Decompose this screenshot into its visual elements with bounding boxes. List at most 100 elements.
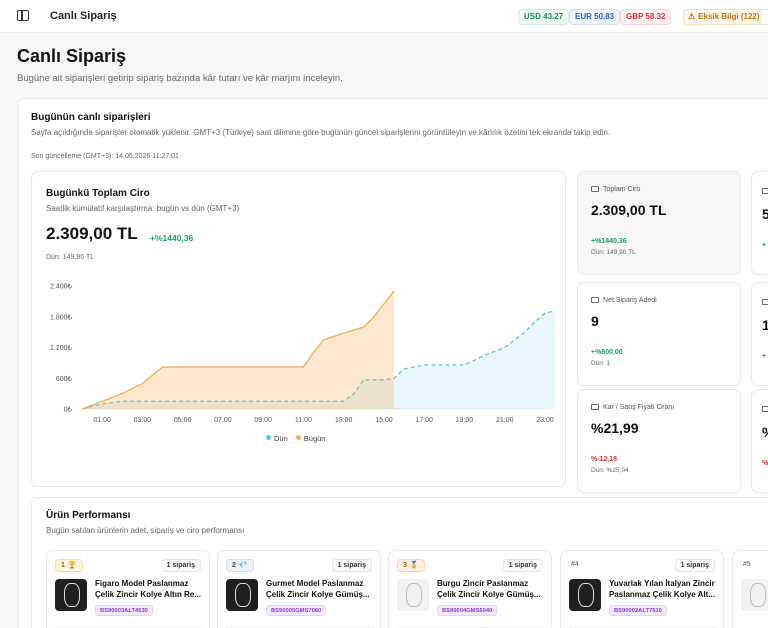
product-card[interactable]: 1 🏆 1 sipariş Figaro Model Paslanmaz Çeli…	[46, 550, 210, 628]
product-thumbnail	[569, 579, 601, 611]
x-tick-label: 21:00	[496, 417, 514, 424]
kpi-icon	[762, 299, 768, 305]
product-sku: BS90003ALT4530	[95, 605, 153, 616]
legend-label-today: Bugün	[303, 434, 326, 443]
topbar-edge-button[interactable]	[760, 9, 768, 25]
percent-icon	[591, 404, 599, 410]
kpi-yesterday: Dün: 149,90 TL	[591, 249, 636, 256]
medal-icon: 🏅	[409, 562, 419, 569]
sidebar-toggle-icon[interactable]	[17, 10, 29, 21]
kpi-label-net-orders: Net Sipariş Adedi	[591, 297, 657, 304]
y-tick-label: 600₺	[56, 375, 73, 383]
legend-item-yesterday[interactable]: Dün	[266, 434, 288, 443]
order-count-badge: 1 sipariş	[160, 559, 201, 572]
rank-badge: #4	[571, 561, 579, 568]
legend-label-yesterday: Dün	[274, 434, 288, 443]
page-title: Canlı Sipariş	[17, 46, 127, 66]
kpi-yesterday: Dün: %25,04	[591, 467, 629, 474]
product-card[interactable]: 3 🏅 1 sipariş Burgu Zincir Paslanmaz Çeli…	[388, 550, 552, 628]
performance-title: Ürün Performansı	[46, 510, 131, 521]
legend-dot-yesterday	[266, 435, 271, 440]
kpi-edge-value: 1	[762, 317, 768, 333]
kpi-edge-card: 1 +	[751, 282, 768, 386]
x-tick-label: 19:00	[456, 417, 474, 424]
kpi-label-text: Net Sipariş Adedi	[603, 297, 657, 304]
product-thumbnail	[397, 579, 429, 611]
trophy-icon: 🏆	[67, 562, 77, 569]
kpi-icon	[762, 406, 768, 412]
product-card[interactable]: #4 1 sipariş Yuvarlak Yılan İtalyan Zinc…	[560, 550, 724, 628]
kpi-edge-card: %%	[751, 389, 768, 493]
kpi-net-orders: Net Sipariş Adedi 9 +%800,00 Dün: 1	[577, 282, 741, 386]
revenue-yesterday: Dün: 149,90 TL	[46, 254, 95, 261]
revenue-total: 2.309,00 TL	[46, 224, 138, 243]
revenue-title: Bugünkü Toplam Ciro	[46, 188, 150, 199]
live-section-description: Sayfa açıldığında siparişler otomatik yü…	[31, 128, 611, 137]
rank-badge: 2 💎	[226, 559, 254, 572]
kpi-edge-value: %	[762, 424, 768, 440]
rank-number: 2	[232, 562, 236, 569]
product-name: Burgu Zincir Paslanmaz Çelik Zincir Koly…	[437, 579, 541, 599]
x-tick-label: 17:00	[415, 417, 433, 424]
kpi-profit-ratio: Kar / Satış Fiyatı Oranı %21,99 %-12,18 …	[577, 389, 741, 493]
product-thumbnail	[226, 579, 258, 611]
revenue-delta: +%1440,36	[150, 233, 194, 243]
last-updated: Son güncelleme (GMT+3): 14.06.2026 11:27…	[31, 153, 179, 160]
usd-rate-badge: USD 43.27	[518, 9, 570, 25]
product-card[interactable]: 2 💎 1 sipariş Gurmet Model Paslanmaz Çeli…	[217, 550, 381, 628]
rank-number: 3	[403, 562, 407, 569]
product-sku: BS90004GMS6040	[437, 605, 498, 616]
rank-badge: #5	[743, 561, 751, 568]
x-tick-label: 15:00	[375, 417, 393, 424]
x-tick-label: 01:00	[93, 417, 111, 424]
chart-legend: Dün Bugün	[266, 434, 325, 443]
kpi-label-total-revenue: Toplam Ciro	[591, 186, 640, 193]
y-tick-label: 2.400₺	[50, 283, 73, 291]
kpi-label-text: Toplam Ciro	[603, 186, 641, 193]
kpi-edge-delta: +	[762, 242, 767, 249]
kpi-label-profit-ratio: Kar / Satış Fiyatı Oranı	[591, 404, 674, 411]
product-name: Gurmet Model Paslanmaz Çelik Zincir Koly…	[266, 579, 370, 599]
kpi-value: 9	[591, 313, 599, 329]
performance-subtitle: Bugün satılan ürünlerin adet, sipariş ve…	[46, 526, 245, 535]
cart-icon	[591, 297, 599, 303]
x-tick-label: 07:00	[214, 417, 232, 424]
kpi-delta: +%800,00	[591, 349, 623, 356]
missing-info-label: Eksik Bilgi (122)	[698, 12, 760, 21]
rank-number: 1	[61, 562, 65, 569]
product-sku: BS90002ALT7510	[609, 605, 667, 616]
kpi-value: %21,99	[591, 420, 639, 436]
legend-item-today[interactable]: Bugün	[295, 434, 326, 443]
order-count-badge: 1 sipariş	[502, 559, 543, 572]
kpi-edge-delta: +	[762, 353, 767, 360]
kpi-icon	[762, 188, 768, 194]
eur-rate-badge: EUR 50.83	[569, 9, 621, 25]
x-tick-label: 03:00	[134, 417, 152, 424]
topbar-title: Canlı Sipariş	[50, 10, 117, 22]
gbp-rate-badge: GBP 58.32	[620, 9, 672, 25]
y-tick-label: 1.200₺	[50, 344, 73, 352]
rank-badge: 1 🏆	[55, 559, 83, 572]
product-thumbnail	[55, 579, 87, 611]
revenue-subtitle: Saatlik kümülatif karşılaştırma: bugün v…	[46, 204, 240, 213]
product-name: Yuvarlak Yılan İtalyan Zincir Paslanmaz …	[609, 579, 715, 599]
x-tick-label: 05:00	[174, 417, 192, 424]
kpi-value: 2.309,00 TL	[591, 202, 667, 218]
kpi-delta: +%1440,36	[591, 238, 627, 245]
kpi-edge-value: 5	[762, 206, 768, 222]
gem-icon: 💎	[238, 562, 248, 569]
order-count-badge: 1 sipariş	[674, 559, 715, 572]
warning-icon: ⚠	[688, 12, 696, 21]
wallet-icon	[591, 186, 599, 192]
missing-info-button[interactable]: ⚠ Eksik Bilgi (122)	[683, 9, 766, 25]
product-card[interactable]: #5	[732, 550, 768, 628]
kpi-delta: %-12,18	[591, 456, 618, 463]
series-today-area	[82, 290, 394, 409]
x-tick-label: 13:00	[335, 417, 353, 424]
kpi-edge-card: 5 +	[751, 171, 768, 275]
y-tick-label: 0₺	[64, 406, 73, 414]
top-bar: Canlı Sipariş USD 43.27 EUR 50.83 GBP 58…	[0, 0, 768, 33]
order-count-badge: 1 sipariş	[331, 559, 372, 572]
kpi-edge-delta: %	[762, 460, 768, 467]
product-sku: BS90005GMS7060	[266, 605, 327, 616]
